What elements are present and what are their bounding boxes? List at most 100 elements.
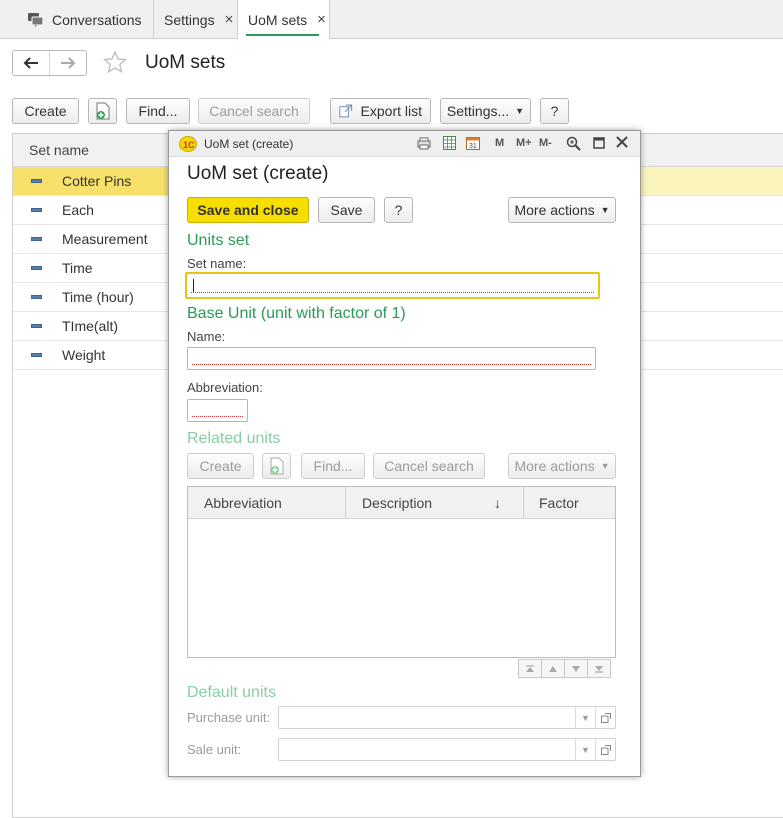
find-button[interactable]: Find... [126,98,190,124]
copy-add-icon [270,457,283,475]
list-item-label: Cotter Pins [62,173,132,189]
item-marker-icon [31,237,42,241]
memory-m-icon[interactable]: M [495,137,504,149]
move-up-button[interactable] [541,659,565,678]
list-item-label: Weight [62,347,106,363]
print-icon[interactable] [417,137,431,153]
zoom-icon[interactable] [566,136,581,154]
export-icon [339,104,353,118]
cancel-search-button[interactable]: Cancel search [198,98,310,124]
item-marker-icon [31,179,42,183]
chevron-down-icon[interactable]: ▼ [575,707,595,728]
related-more-actions-button[interactable]: More actions ▼ [508,453,616,479]
sale-unit-select[interactable]: ▼ [278,738,616,761]
dialog-heading: UoM set (create) [187,163,329,184]
maximize-icon[interactable] [593,137,605,152]
more-actions-label: More actions [514,202,595,218]
text-caret [193,279,194,293]
dialog-window-title: UoM set (create) [204,137,294,151]
tab-label: Settings [164,11,215,28]
more-actions-label: More actions [514,458,595,474]
abbreviation-label: Abbreviation: [187,380,263,395]
memory-minus-icon[interactable]: M- [539,137,552,149]
arrow-right-icon [61,57,76,69]
help-button[interactable]: ? [540,98,569,124]
column-header-factor[interactable]: Factor [539,487,579,518]
uom-set-create-dialog: 1C UoM set (create) 31 M M+ M- UoM set (… [168,130,641,777]
chevron-down-icon: ▼ [515,106,525,116]
tab-label: UoM sets [248,11,308,28]
column-label: Set name [29,142,89,158]
copy-button[interactable] [88,98,117,124]
triangle-up-icon [549,665,557,672]
section-base-unit: Base Unit (unit with factor of 1) [187,305,406,322]
move-top-icon [526,665,534,672]
history-nav [12,50,87,76]
close-icon[interactable]: × [225,11,234,28]
open-icon[interactable] [595,707,615,728]
settings-label: Settings... [446,103,510,119]
export-list-label: Export list [360,103,422,119]
sale-unit-label: Sale unit: [187,742,242,757]
tab-settings[interactable]: Settings × [154,0,238,39]
save-and-close-button[interactable]: Save and close [187,197,309,223]
chevron-down-icon[interactable]: ▼ [575,739,595,760]
item-marker-icon [31,324,42,328]
move-down-button[interactable] [564,659,588,678]
name-label: Name: [187,329,226,344]
spreadsheet-icon[interactable] [443,136,456,153]
dialog-body: UoM set (create) Save and close Save ? M… [174,157,635,774]
conversations-icon [28,12,44,27]
arrow-left-icon [23,57,38,69]
create-button[interactable]: Create [12,98,79,124]
app-logo-icon: 1C [179,136,197,155]
calendar-icon[interactable]: 31 [466,136,480,153]
related-find-button[interactable]: Find... [301,453,365,479]
related-cancel-search-button[interactable]: Cancel search [373,453,485,479]
dialog-title-bar[interactable]: 1C UoM set (create) 31 M M+ M- [169,131,640,157]
tab-uom-sets[interactable]: UoM sets × [238,0,330,39]
export-list-button[interactable]: Export list [330,98,431,124]
move-last-button[interactable] [587,659,611,678]
purchase-unit-label: Purchase unit: [187,710,271,725]
base-unit-name-input[interactable] [187,347,596,370]
required-underline [192,416,243,417]
settings-button[interactable]: Settings... ▼ [440,98,531,124]
section-default-units: Default units [187,684,276,701]
set-name-label: Set name: [187,256,247,271]
list-item-label: TIme(alt) [62,318,118,334]
forward-button[interactable] [49,51,86,75]
column-divider [345,487,346,518]
column-header-abbreviation[interactable]: Abbreviation [204,487,282,518]
svg-text:31: 31 [469,143,477,150]
page-title: UoM sets [145,52,226,73]
close-icon[interactable] [616,136,628,151]
tab-label: Conversations [52,11,142,28]
set-name-input[interactable] [185,272,600,299]
column-header-description[interactable]: Description [362,487,432,518]
save-button[interactable]: Save [318,197,375,223]
related-units-table[interactable]: Abbreviation Description ↓ Factor [187,486,616,658]
open-icon[interactable] [595,739,615,760]
favorite-star-icon[interactable] [102,50,128,78]
item-marker-icon [31,266,42,270]
more-actions-button[interactable]: More actions ▼ [508,197,616,223]
tab-bar: Conversations Settings × UoM sets × [0,0,783,39]
close-icon[interactable]: × [317,11,326,28]
section-related-units: Related units [187,430,281,447]
sort-arrow-icon: ↓ [494,494,501,511]
move-bottom-icon [595,665,603,672]
memory-plus-icon[interactable]: M+ [516,137,532,149]
back-button[interactable] [13,51,49,75]
purchase-unit-select[interactable]: ▼ [278,706,616,729]
section-units-set: Units set [187,232,250,249]
move-first-button[interactable] [518,659,542,678]
list-item-label: Measurement [62,231,148,247]
related-create-button[interactable]: Create [187,453,254,479]
help-button[interactable]: ? [384,197,413,223]
item-marker-icon [31,353,42,357]
table-header: Abbreviation Description ↓ Factor [188,487,615,519]
abbreviation-input[interactable] [187,399,248,422]
related-copy-button[interactable] [262,453,291,479]
tab-conversations[interactable]: Conversations [0,0,154,39]
